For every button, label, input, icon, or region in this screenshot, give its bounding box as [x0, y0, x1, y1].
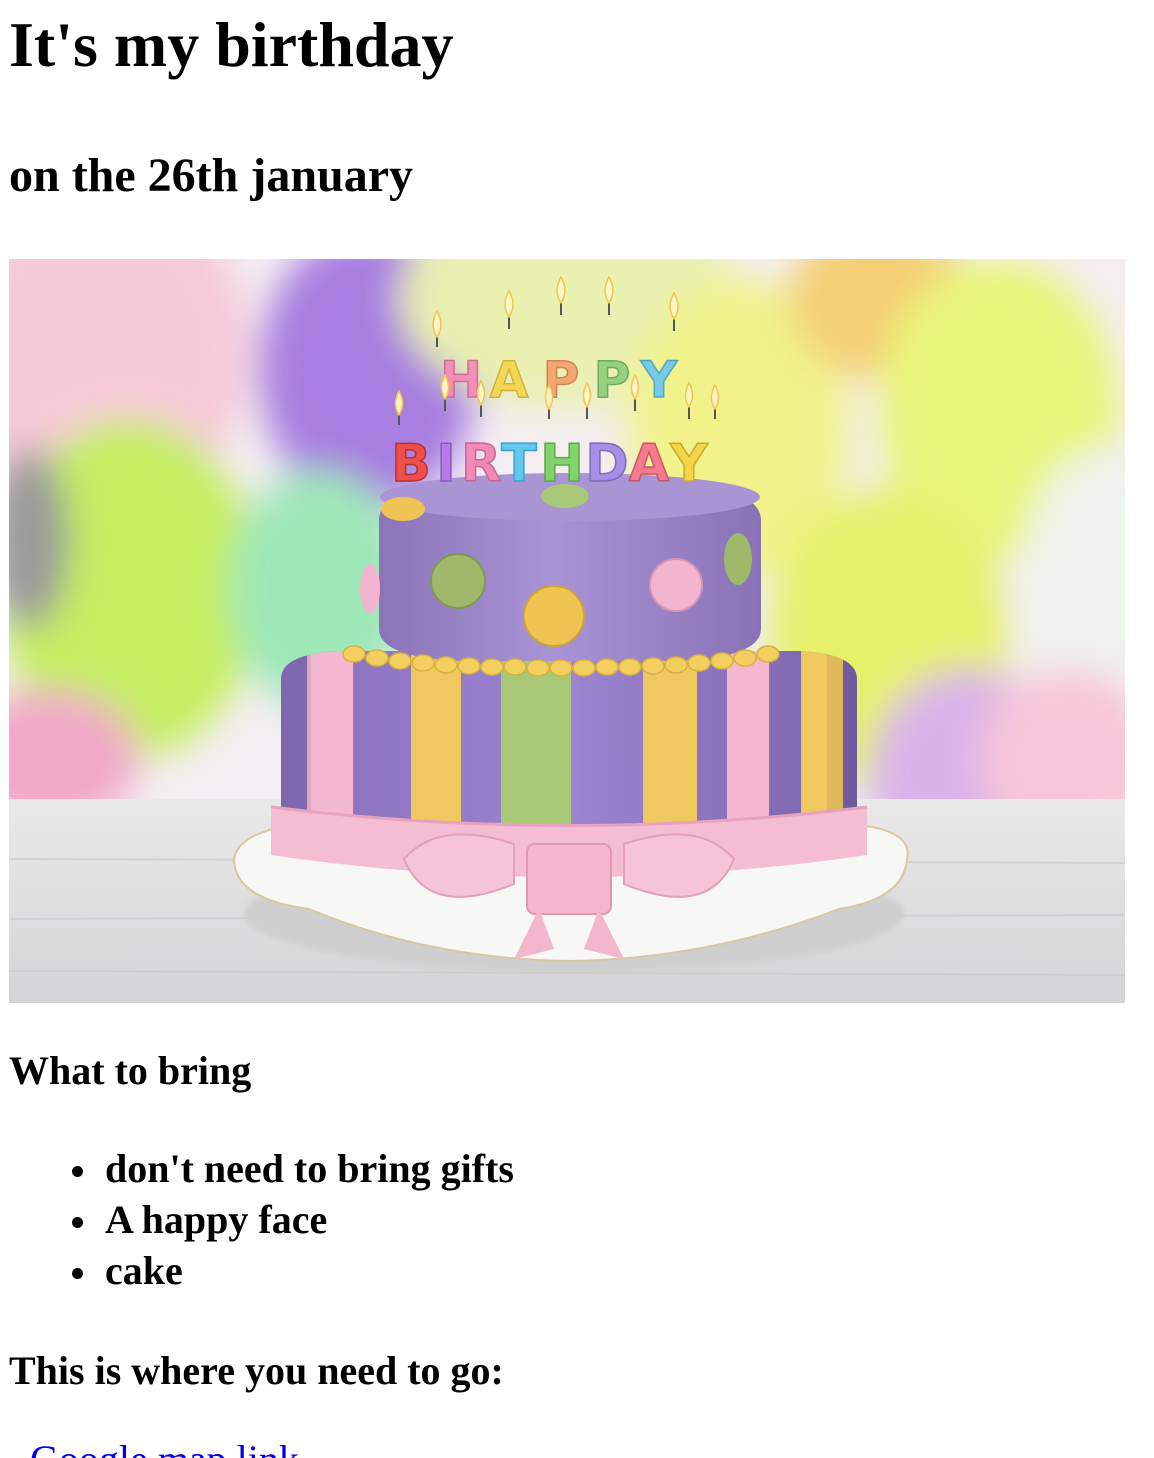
- list-item-label: cake: [105, 1248, 183, 1293]
- birthday-page: It's my birthday on the 26th january B I…: [0, 0, 1154, 1458]
- svg-text:R: R: [461, 434, 501, 494]
- svg-text:B: B: [391, 434, 431, 494]
- page-subtitle: on the 26th january: [9, 149, 414, 202]
- list-item: cake: [0, 1245, 514, 1296]
- svg-text:P: P: [594, 351, 631, 409]
- svg-text:I: I: [436, 434, 455, 494]
- svg-text:D: D: [585, 434, 628, 494]
- svg-text:Y: Y: [669, 434, 709, 494]
- svg-text:A: A: [629, 434, 669, 494]
- svg-text:T: T: [501, 434, 537, 494]
- directions-heading: This is where you need to go:: [9, 1348, 504, 1393]
- google-map-link[interactable]: Google map link: [30, 1436, 299, 1458]
- list-item: don't need to bring gifts: [0, 1143, 514, 1194]
- bullet-icon: [72, 1166, 83, 1177]
- list-item-label: A happy face: [105, 1197, 328, 1242]
- what-to-bring-heading: What to bring: [9, 1048, 252, 1093]
- birthday-cake-image: B I R T H D A Y H A P P Y: [9, 259, 1125, 1003]
- bullet-icon: [72, 1217, 83, 1228]
- list-item: A happy face: [0, 1194, 514, 1245]
- bring-list: don't need to bring gifts A happy face c…: [0, 1143, 514, 1296]
- bullet-icon: [72, 1268, 83, 1279]
- svg-text:A: A: [490, 351, 529, 409]
- list-item-label: don't need to bring gifts: [105, 1146, 514, 1191]
- page-title: It's my birthday: [9, 9, 454, 80]
- svg-text:Y: Y: [640, 351, 678, 409]
- svg-text:H: H: [540, 434, 584, 494]
